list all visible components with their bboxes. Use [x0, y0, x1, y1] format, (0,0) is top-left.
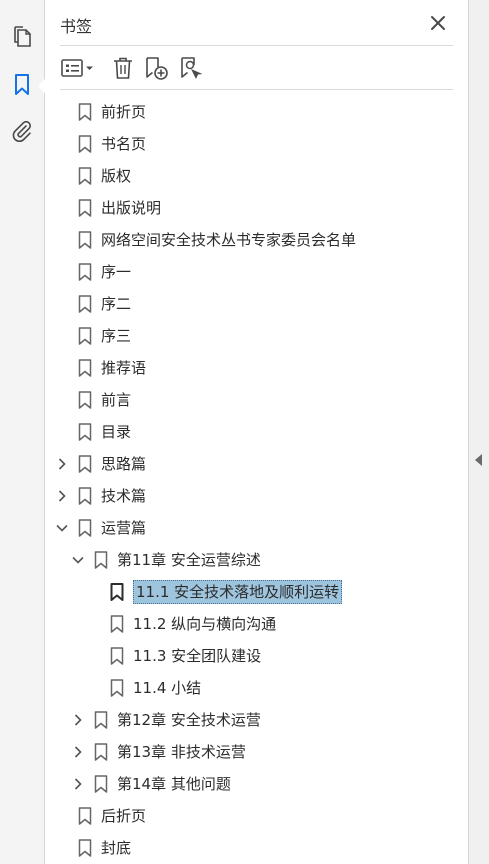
bookmark-icon: [78, 167, 92, 185]
bookmark-label[interactable]: 出版说明: [101, 198, 161, 218]
chevron-right-icon[interactable]: [70, 776, 86, 792]
chevron-right-icon[interactable]: [54, 488, 70, 504]
bookmark-row[interactable]: 后折页: [45, 800, 468, 832]
bookmark-label[interactable]: 思路篇: [101, 454, 146, 474]
panel-header: 书签: [45, 0, 468, 46]
bookmark-icon: [78, 487, 92, 505]
bookmarks-toolbar: [45, 50, 468, 86]
bookmark-icon: [78, 199, 92, 217]
bookmark-label[interactable]: 网络空间安全技术丛书专家委员会名单: [101, 230, 356, 250]
bookmark-icon: [78, 263, 92, 281]
bookmark-row[interactable]: 思路篇: [45, 448, 468, 480]
bookmark-row[interactable]: 网络空间安全技术丛书专家委员会名单: [45, 224, 468, 256]
navigation-rail: [0, 0, 46, 864]
bookmark-label[interactable]: 推荐语: [101, 358, 146, 378]
bookmark-row[interactable]: 第14章 其他问题: [45, 768, 468, 800]
options-menu-button[interactable]: [60, 54, 96, 82]
bookmark-row[interactable]: 封底: [45, 832, 468, 864]
bookmark-row[interactable]: 序一: [45, 256, 468, 288]
close-icon[interactable]: [428, 13, 448, 33]
chevron-right-icon[interactable]: [70, 744, 86, 760]
bookmark-icon: [78, 839, 92, 857]
bookmark-icon: [78, 103, 92, 121]
bookmark-icon: [110, 583, 124, 601]
bookmark-label[interactable]: 第11章 安全运营综述: [117, 550, 261, 570]
bookmark-icon: [78, 359, 92, 377]
header-divider: [60, 45, 453, 46]
bookmark-label[interactable]: 封底: [101, 838, 131, 858]
new-bookmark-icon[interactable]: [144, 54, 170, 82]
bookmark-icon: [110, 647, 124, 665]
bookmark-label[interactable]: 前言: [101, 390, 131, 410]
bookmark-row[interactable]: 运营篇: [45, 512, 468, 544]
bookmark-label[interactable]: 书名页: [101, 134, 146, 154]
bookmark-row[interactable]: 版权: [45, 160, 468, 192]
bookmark-icon: [78, 423, 92, 441]
panel-collapse-strip[interactable]: [468, 0, 489, 864]
bookmark-label[interactable]: 技术篇: [101, 486, 146, 506]
bookmark-row[interactable]: 书名页: [45, 128, 468, 160]
bookmark-row[interactable]: 11.4 小结: [45, 672, 468, 704]
bookmark-label[interactable]: 版权: [101, 166, 131, 186]
attachments-icon[interactable]: [7, 116, 37, 146]
chevron-down-icon[interactable]: [70, 552, 86, 568]
bookmark-icon: [78, 295, 92, 313]
bookmark-icon: [94, 711, 108, 729]
bookmark-icon: [78, 231, 92, 249]
bookmark-label[interactable]: 序三: [101, 326, 131, 346]
bookmark-row[interactable]: 目录: [45, 416, 468, 448]
find-bookmark-icon[interactable]: [179, 54, 205, 82]
chevron-right-icon[interactable]: [54, 456, 70, 472]
bookmark-row[interactable]: 11.1 安全技术落地及顺利运转: [45, 576, 468, 608]
bookmark-row[interactable]: 技术篇: [45, 480, 468, 512]
toolbar-divider: [60, 89, 453, 90]
bookmark-row[interactable]: 前折页: [45, 96, 468, 128]
bookmarks-panel: 书签 前折页 书名页 版权 出版说明 网络空间安全技术丛书专家委员会名单 序一 …: [45, 0, 468, 864]
bookmark-icon: [78, 807, 92, 825]
bookmarks-icon[interactable]: [7, 70, 37, 100]
bookmark-label[interactable]: 后折页: [101, 806, 146, 826]
bookmark-label[interactable]: 11.2 纵向与横向沟通: [133, 614, 276, 634]
bookmark-icon: [78, 327, 92, 345]
panel-title: 书签: [60, 17, 93, 36]
bookmark-label[interactable]: 第12章 安全技术运营: [117, 710, 261, 730]
bookmark-label[interactable]: 运营篇: [101, 518, 146, 538]
delete-icon[interactable]: [111, 54, 135, 82]
bookmark-row[interactable]: 11.2 纵向与横向沟通: [45, 608, 468, 640]
bookmark-icon: [78, 519, 92, 537]
bookmark-label[interactable]: 前折页: [101, 102, 146, 122]
collapse-arrow-icon[interactable]: [475, 454, 482, 466]
bookmark-row[interactable]: 出版说明: [45, 192, 468, 224]
bookmark-row[interactable]: 序二: [45, 288, 468, 320]
bookmark-icon: [94, 775, 108, 793]
bookmark-label[interactable]: 第14章 其他问题: [117, 774, 231, 794]
bookmark-row[interactable]: 推荐语: [45, 352, 468, 384]
bookmark-icon: [94, 551, 108, 569]
bookmark-icon: [110, 615, 124, 633]
bookmark-icon: [110, 679, 124, 697]
bookmark-row[interactable]: 第12章 安全技术运营: [45, 704, 468, 736]
bookmark-label[interactable]: 序一: [101, 262, 131, 282]
bookmark-label-selected[interactable]: 11.1 安全技术落地及顺利运转: [133, 580, 343, 604]
bookmark-icon: [78, 455, 92, 473]
bookmark-icon: [78, 135, 92, 153]
bookmark-row[interactable]: 第13章 非技术运营: [45, 736, 468, 768]
chevron-right-icon[interactable]: [70, 712, 86, 728]
chevron-down-icon[interactable]: [54, 520, 70, 536]
bookmark-row[interactable]: 第11章 安全运营综述: [45, 544, 468, 576]
bookmark-icon: [78, 391, 92, 409]
pages-icon[interactable]: [7, 22, 37, 52]
bookmark-row[interactable]: 前言: [45, 384, 468, 416]
bookmark-label[interactable]: 序二: [101, 294, 131, 314]
bookmark-label[interactable]: 11.4 小结: [133, 678, 201, 698]
bookmark-label[interactable]: 目录: [101, 422, 131, 442]
bookmark-row[interactable]: 11.3 安全团队建设: [45, 640, 468, 672]
bookmark-row[interactable]: 序三: [45, 320, 468, 352]
bookmark-icon: [94, 743, 108, 761]
bookmark-label[interactable]: 11.3 安全团队建设: [133, 646, 261, 666]
bookmark-label[interactable]: 第13章 非技术运营: [117, 742, 246, 762]
